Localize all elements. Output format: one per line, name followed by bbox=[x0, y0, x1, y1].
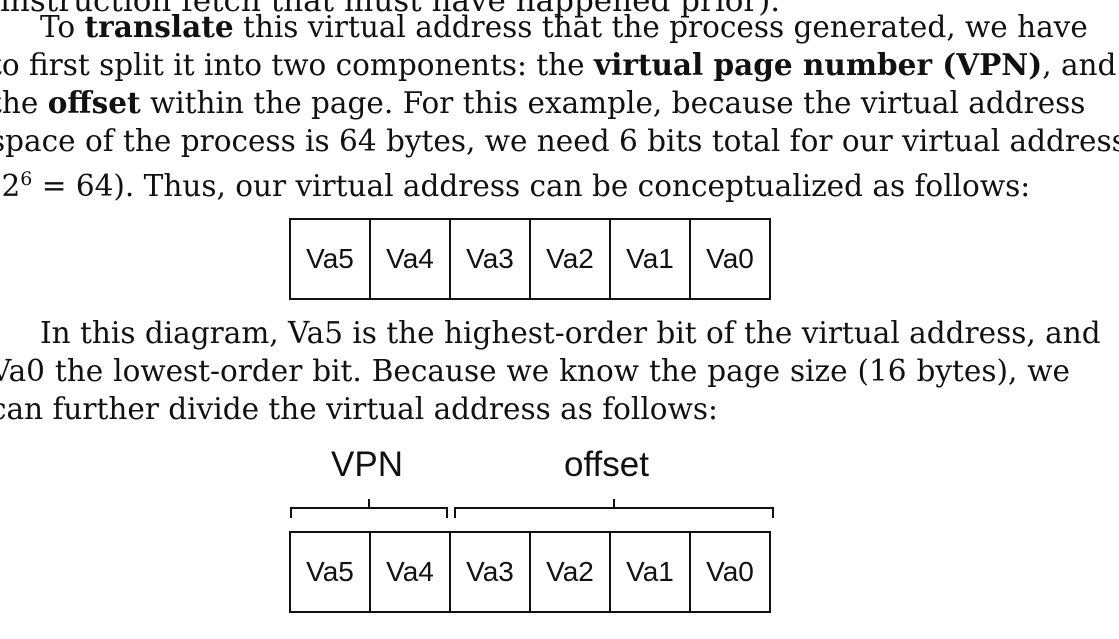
bit-cell-va0: Va0 bbox=[706, 556, 754, 587]
bit-cell-va3: Va3 bbox=[451, 533, 531, 611]
bit-cell-va2: Va2 bbox=[531, 533, 611, 611]
vpn-bracket bbox=[290, 499, 448, 518]
vpn-offset-bits-diagram: Va5 Va4 Va3 Va2 Va1 Va0 bbox=[289, 531, 771, 613]
bit-cell-va5: Va5 bbox=[291, 533, 371, 611]
bit-cell-va1: Va1 bbox=[611, 533, 691, 611]
bit-cell-va4: Va4 bbox=[371, 533, 451, 611]
offset-bracket bbox=[454, 499, 774, 518]
